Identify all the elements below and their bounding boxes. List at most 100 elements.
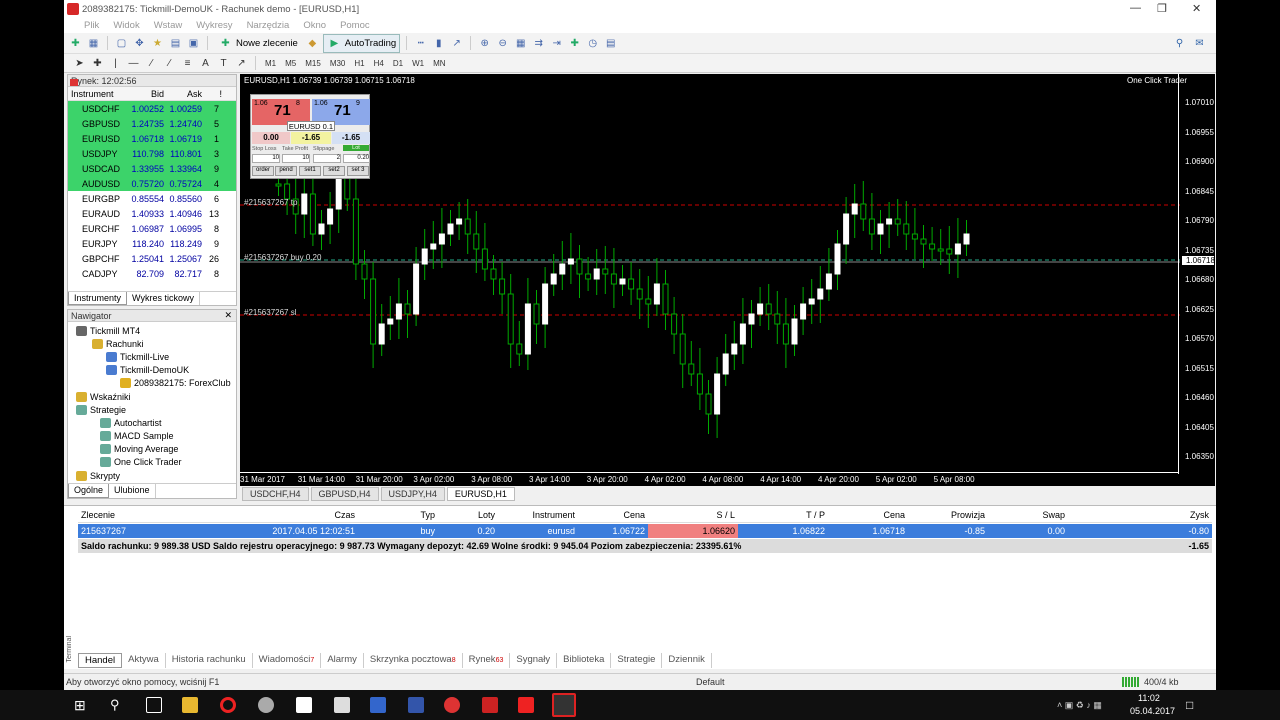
app5-icon[interactable] <box>518 697 534 713</box>
set1-button[interactable]: set1 <box>299 166 321 176</box>
navigator-icon[interactable]: ★ <box>150 36 165 51</box>
col-5[interactable]: Cena <box>578 510 648 522</box>
terminal-tab-5[interactable]: Skrzynka pocztowa8 <box>364 653 463 668</box>
nav-item-5[interactable]: Wskaźniki <box>76 390 131 403</box>
metaeditor-icon[interactable]: ◆ <box>305 36 320 51</box>
app2-icon[interactable] <box>296 697 312 713</box>
file-explorer-icon[interactable] <box>182 697 198 713</box>
chart-window[interactable]: EURUSD,H1 1.06739 1.06739 1.06715 1.0671… <box>240 74 1215 486</box>
tab-favorites[interactable]: Ulubione <box>109 484 156 498</box>
lot-input[interactable]: 0.20 <box>343 154 370 163</box>
channel-icon[interactable]: ∕ <box>162 56 177 71</box>
autoscroll-icon[interactable]: ⇉ <box>531 36 546 51</box>
lot-symbol[interactable]: EURUSD 0.1 <box>287 121 335 131</box>
new-order-button[interactable]: ✚ Nowe zlecenie <box>214 34 302 53</box>
col-11[interactable]: Zysk <box>1068 510 1212 522</box>
col-4[interactable]: Instrument <box>498 510 578 522</box>
terminal-tab-0[interactable]: Handel <box>78 653 123 668</box>
chart-tab-1[interactable]: GBPUSD,H4 <box>310 487 379 501</box>
timeframe-h1[interactable]: H1 <box>351 59 367 68</box>
mt4-taskbar-icon[interactable] <box>552 693 576 717</box>
nav-item-3[interactable]: Tickmill-DemoUK <box>106 363 189 376</box>
list-item[interactable]: EURAUD 1.40933 1.40946 13 <box>68 79 236 221</box>
menu-item-0[interactable]: Plik <box>84 20 99 31</box>
terminal-tab-1[interactable]: Aktywa <box>122 653 166 668</box>
terminal-tab-8[interactable]: Biblioteka <box>557 653 612 668</box>
col-spread[interactable]: ! <box>202 89 222 99</box>
signal-icon[interactable] <box>370 697 386 713</box>
templates-icon[interactable]: ▤ <box>603 36 618 51</box>
market-watch-icon[interactable]: ▢ <box>114 36 129 51</box>
timeframe-d1[interactable]: D1 <box>390 59 406 68</box>
label-icon[interactable]: T <box>216 56 231 71</box>
terminal-icon[interactable]: ▤ <box>168 36 183 51</box>
candlestick-icon[interactable]: ▮ <box>431 36 446 51</box>
chart-tab-2[interactable]: USDJPY,H4 <box>380 487 445 501</box>
zoom-out-icon[interactable]: ⊖ <box>495 36 510 51</box>
terminal-tab-4[interactable]: Alarmy <box>321 653 364 668</box>
terminal-tab-10[interactable]: Dziennik <box>662 653 712 668</box>
list-item[interactable]: CADJPY 82.709 82.717 8 <box>68 79 236 281</box>
menu-item-4[interactable]: Narzędzia <box>247 20 290 31</box>
timeframe-m15[interactable]: M15 <box>302 59 324 68</box>
chat-icon[interactable]: ✉ <box>1192 36 1207 51</box>
opera-icon[interactable] <box>220 697 236 713</box>
autotrading-button[interactable]: ▶ AutoTrading <box>322 33 401 53</box>
horizontal-line-icon[interactable]: — <box>126 56 141 71</box>
chart-tab-3[interactable]: EURUSD,H1 <box>446 487 515 501</box>
tp-line-label[interactable]: #215637267 tp <box>244 198 297 207</box>
fx-icon[interactable] <box>482 697 498 713</box>
profiles-icon[interactable]: ▦ <box>86 36 101 51</box>
sl-line-label[interactable]: #215637267 sl <box>244 308 297 317</box>
menu-item-3[interactable]: Wykresy <box>196 20 232 31</box>
order-button[interactable]: order <box>252 166 274 176</box>
tab-general[interactable]: Ogólne <box>68 484 110 498</box>
windows-start-icon[interactable]: ⊞ <box>74 697 90 713</box>
sl-input[interactable]: 10 <box>252 154 280 163</box>
nav-item-11[interactable]: Skrypty <box>76 469 120 482</box>
list-item[interactable]: EURGBP 0.85554 0.85560 6 <box>68 79 236 206</box>
maximize-icon[interactable]: ❐ <box>1157 2 1167 15</box>
indicators-icon[interactable]: ✚ <box>567 36 582 51</box>
table-row[interactable]: 215637267 2017.04.05 12:02:51 buy 0.20 eurus… <box>78 524 1212 538</box>
search-icon[interactable]: ⚲ <box>1172 36 1187 51</box>
col-6[interactable]: S / L <box>648 510 738 522</box>
timeframe-m1[interactable]: M1 <box>262 59 279 68</box>
crosshair-icon[interactable]: ✚ <box>90 56 105 71</box>
buy-line-label[interactable]: #215637267 buy 0.20 <box>244 253 321 262</box>
nav-item-1[interactable]: Rachunki <box>92 337 144 350</box>
nav-item-6[interactable]: Strategie <box>76 403 126 416</box>
close-icon[interactable]: ✕ <box>1192 2 1201 15</box>
tab-tick-chart[interactable]: Wykres tickowy <box>127 292 200 305</box>
candlestick-chart[interactable] <box>240 74 1215 486</box>
slippage-input[interactable]: 2 <box>313 154 341 163</box>
col-bid[interactable]: Bid <box>128 89 164 99</box>
new-chart-icon[interactable]: ✚ <box>68 36 83 51</box>
minimize-icon[interactable]: — <box>1130 2 1141 14</box>
nav-item-2[interactable]: Tickmill-Live <box>106 350 169 363</box>
nav-item-4[interactable]: 2089382175: ForexClub <box>120 376 231 389</box>
tab-instruments[interactable]: Instrumenty <box>68 292 128 305</box>
list-item[interactable]: GBPCHF 1.25041 1.25067 26 <box>68 79 236 266</box>
menu-item-2[interactable]: Wstaw <box>154 20 183 31</box>
trendline-icon[interactable]: ∕ <box>144 56 159 71</box>
menu-item-6[interactable]: Pomoc <box>340 20 370 31</box>
zoom-in-icon[interactable]: ⊕ <box>477 36 492 51</box>
chart-tab-0[interactable]: USDCHF,H4 <box>242 487 309 501</box>
bar-chart-icon[interactable]: ┅ <box>413 36 428 51</box>
nav-item-10[interactable]: One Click Trader <box>100 455 182 468</box>
col-2[interactable]: Typ <box>358 510 438 522</box>
timeframe-m30[interactable]: M30 <box>327 59 349 68</box>
chart-shift-icon[interactable]: ⇥ <box>549 36 564 51</box>
notifications-icon[interactable]: □ <box>1186 698 1193 712</box>
col-1[interactable]: Czas <box>188 510 358 522</box>
list-item[interactable]: USDCHF 1.00252 1.00259 7 <box>68 79 236 116</box>
nav-item-9[interactable]: Moving Average <box>100 442 178 455</box>
set2-button[interactable]: set2 <box>323 166 345 176</box>
list-item[interactable]: EURUSD 1.06718 1.06719 1 <box>68 79 236 146</box>
fibonacci-icon[interactable]: ≡ <box>180 56 195 71</box>
menu-item-5[interactable]: Okno <box>303 20 326 31</box>
terminal-tab-9[interactable]: Strategie <box>611 653 663 668</box>
col-ask[interactable]: Ask <box>164 89 202 99</box>
app3-icon[interactable] <box>408 697 424 713</box>
